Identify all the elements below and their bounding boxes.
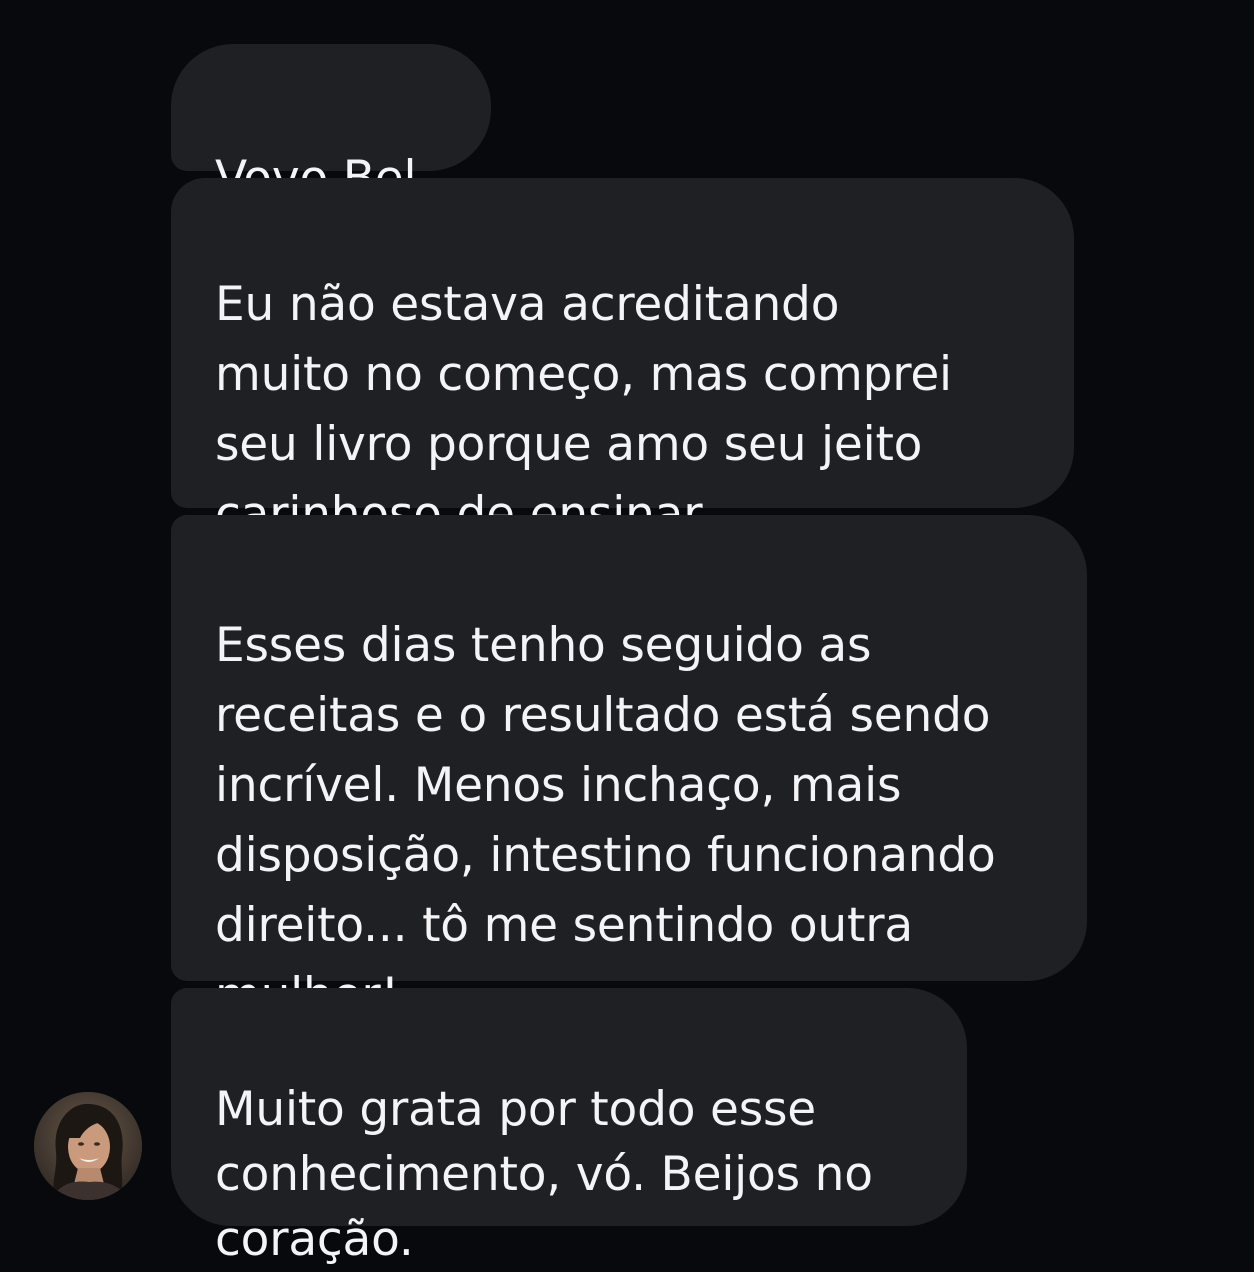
message-bubble[interactable]: Vovo Bel. bbox=[171, 44, 491, 206]
message-bubble[interactable]: Eu não estava acreditando muito no começ… bbox=[171, 178, 1074, 542]
message-text: Esses dias tenho seguido as receitas e o… bbox=[215, 618, 996, 1023]
message-bubble[interactable]: Esses dias tenho seguido as receitas e o… bbox=[171, 515, 1087, 1023]
sender-avatar[interactable] bbox=[34, 1092, 142, 1200]
message-bubble[interactable]: Muito grata por todo esse conhecimento, … bbox=[171, 988, 967, 1267]
sender-avatar-icon bbox=[34, 1092, 142, 1200]
message-text: Eu não estava acreditando muito no começ… bbox=[215, 277, 952, 542]
message-thread: Vovo Bel. Eu não estava acreditando muit… bbox=[0, 0, 1254, 1267]
message-text: Muito grata por todo esse conhecimento, … bbox=[215, 1082, 873, 1267]
